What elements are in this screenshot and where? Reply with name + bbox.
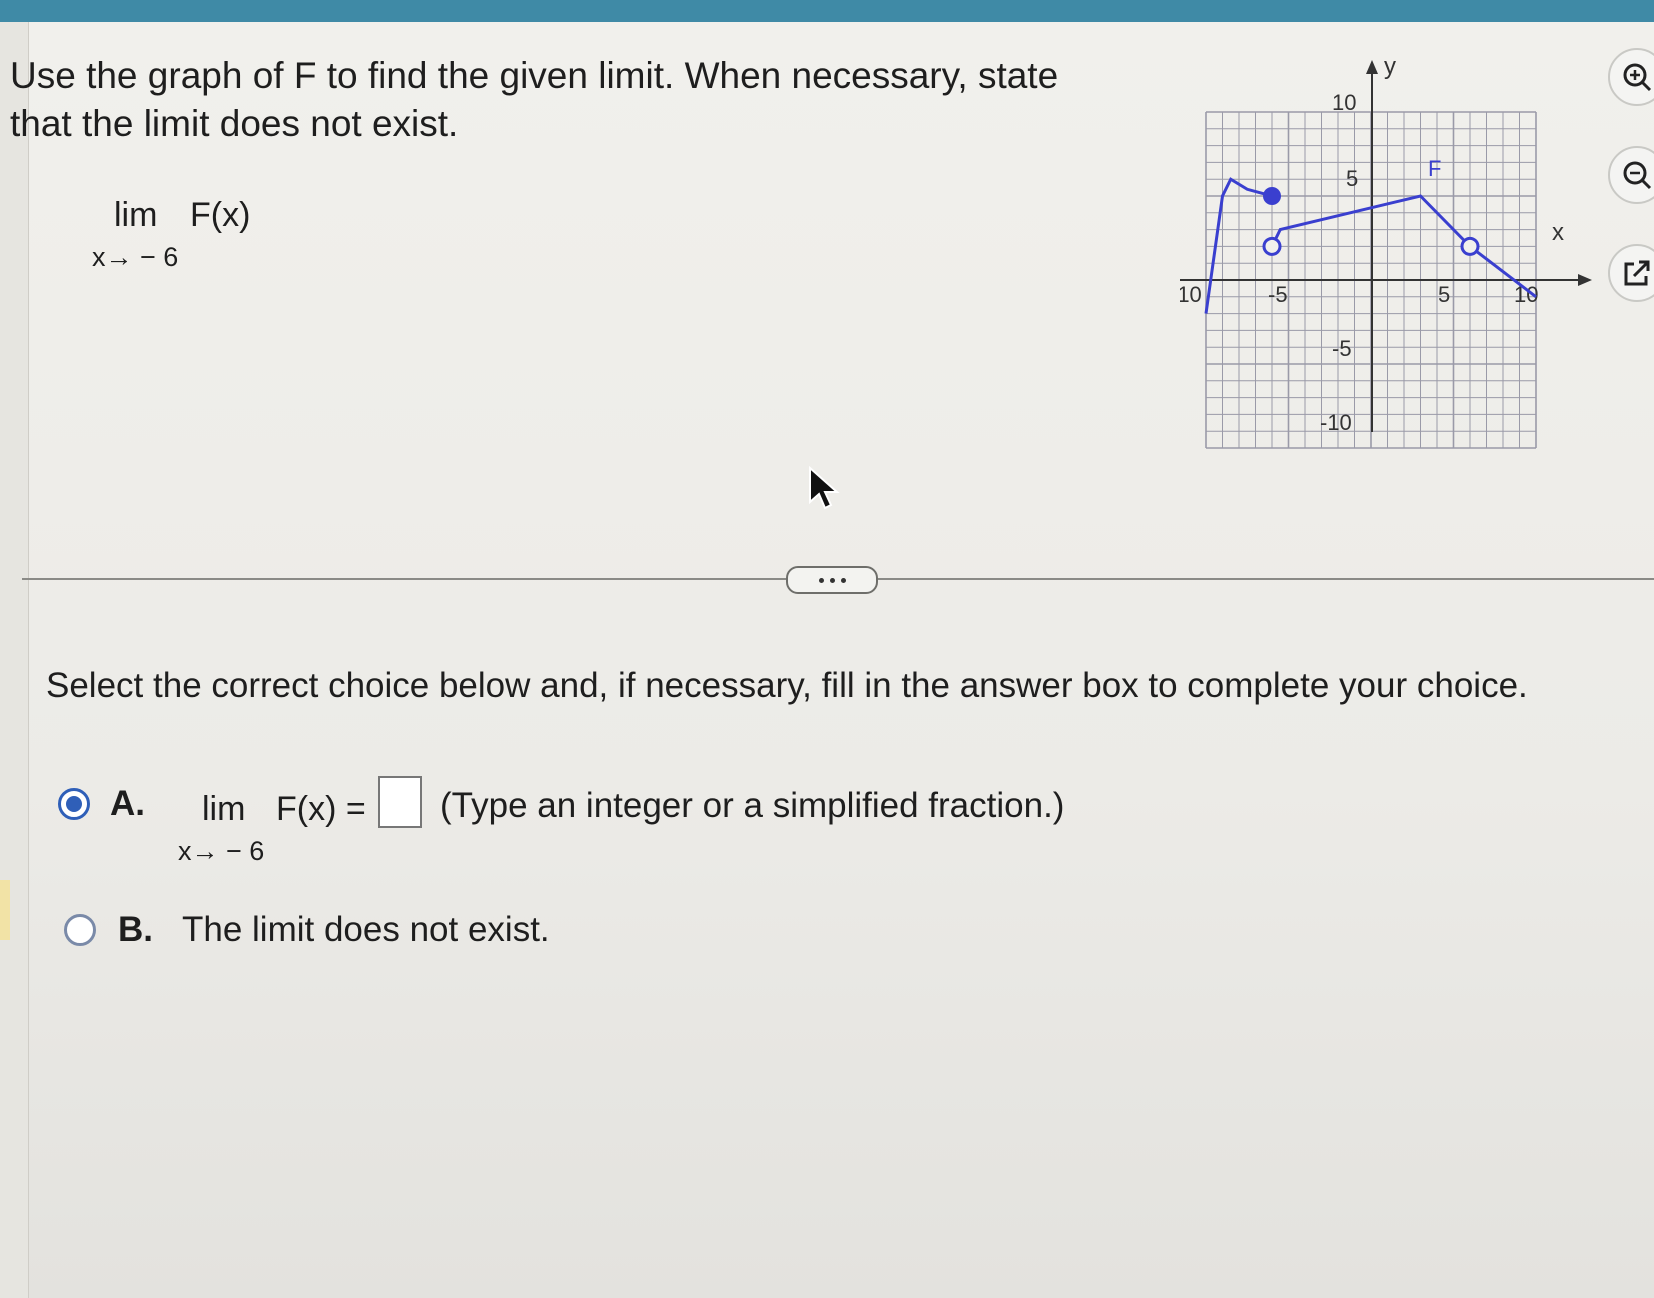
choice-a-radio[interactable]	[58, 788, 90, 820]
tick-x-5: 5	[1438, 282, 1450, 307]
y-axis-arrow	[1366, 60, 1378, 74]
question-text: Use the graph of F to find the given lim…	[10, 52, 1090, 148]
choice-b-letter: B.	[118, 910, 153, 949]
choice-a-lim-word: lim	[202, 790, 246, 828]
x-axis-arrow	[1578, 274, 1592, 286]
open-point	[1460, 236, 1480, 256]
tick-y-neg5: -5	[1332, 336, 1352, 361]
expand-more-button[interactable]	[786, 566, 878, 594]
top-bar	[0, 0, 1654, 22]
function-label: F	[1428, 156, 1441, 181]
choice-b-text[interactable]: The limit does not exist.	[182, 910, 550, 950]
choice-a-function: F(x) =	[276, 790, 366, 828]
function-graph: y x F -10 -5 5 10 10 5 -5 -10	[1180, 53, 1592, 449]
question-line-2: that the limit does not exist.	[10, 103, 459, 144]
limit-word: lim	[114, 196, 158, 234]
y-axis-label: y	[1384, 53, 1396, 80]
choice-a-approach: x→ − 6	[178, 836, 265, 866]
open-point	[1262, 236, 1282, 256]
left-edge	[0, 22, 29, 1298]
ellipsis-icon	[818, 577, 824, 583]
zoom-out-icon	[1623, 161, 1652, 190]
tick-x-neg10: -10	[1180, 282, 1202, 307]
tick-y-10: 10	[1332, 90, 1356, 115]
mouse-cursor-icon	[809, 466, 840, 510]
tick-y-5: 5	[1346, 166, 1358, 191]
external-link-icon	[1624, 260, 1650, 286]
answer-input[interactable]	[378, 776, 422, 828]
limit-approach: x→ − 6	[92, 242, 179, 272]
side-tab	[0, 880, 10, 940]
zoom-in-icon	[1623, 63, 1652, 92]
choice-b-radio[interactable]	[64, 914, 96, 946]
choice-a-letter: A.	[110, 784, 145, 823]
question-line-1: Use the graph of F to find the given lim…	[10, 55, 1059, 96]
filled-point	[1263, 187, 1281, 205]
instruction-text: Select the correct choice below and, if …	[46, 666, 1528, 705]
choice-a-hint: (Type an integer or a simplified fractio…	[440, 786, 1065, 825]
tick-x-neg5: -5	[1268, 282, 1288, 307]
tick-y-neg10: -10	[1320, 410, 1352, 435]
x-axis-label: x	[1552, 219, 1564, 246]
limit-function: F(x)	[190, 196, 251, 234]
